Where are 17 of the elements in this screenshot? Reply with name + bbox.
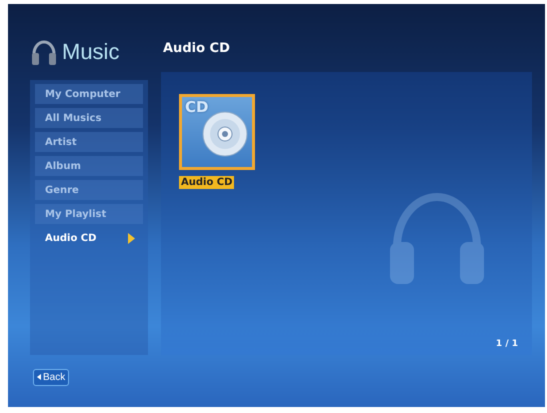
sidebar-item[interactable]: My Computer: [35, 84, 143, 104]
tile-label: Audio CD: [179, 176, 234, 189]
sidebar-item[interactable]: Album: [35, 156, 143, 176]
sidebar-item[interactable]: All Musics: [35, 108, 143, 128]
section-title: Audio CD: [162, 40, 231, 58]
back-button[interactable]: Back: [33, 368, 70, 386]
sidebar-item[interactable]: Audio CD: [35, 228, 143, 248]
sidebar-item[interactable]: Genre: [35, 180, 143, 200]
page-indicator: 1 / 1: [496, 339, 518, 349]
sidebar-item[interactable]: Artist: [35, 132, 143, 152]
left-arrow-icon: [37, 374, 41, 380]
sidebar-item[interactable]: My Playlist: [35, 204, 143, 224]
app-title: Music: [62, 39, 120, 65]
arrow-icon: [128, 232, 135, 244]
audio-cd-tile[interactable]: CD: [179, 94, 255, 170]
cd-label: CD: [185, 98, 208, 116]
disc-icon: [202, 111, 248, 157]
